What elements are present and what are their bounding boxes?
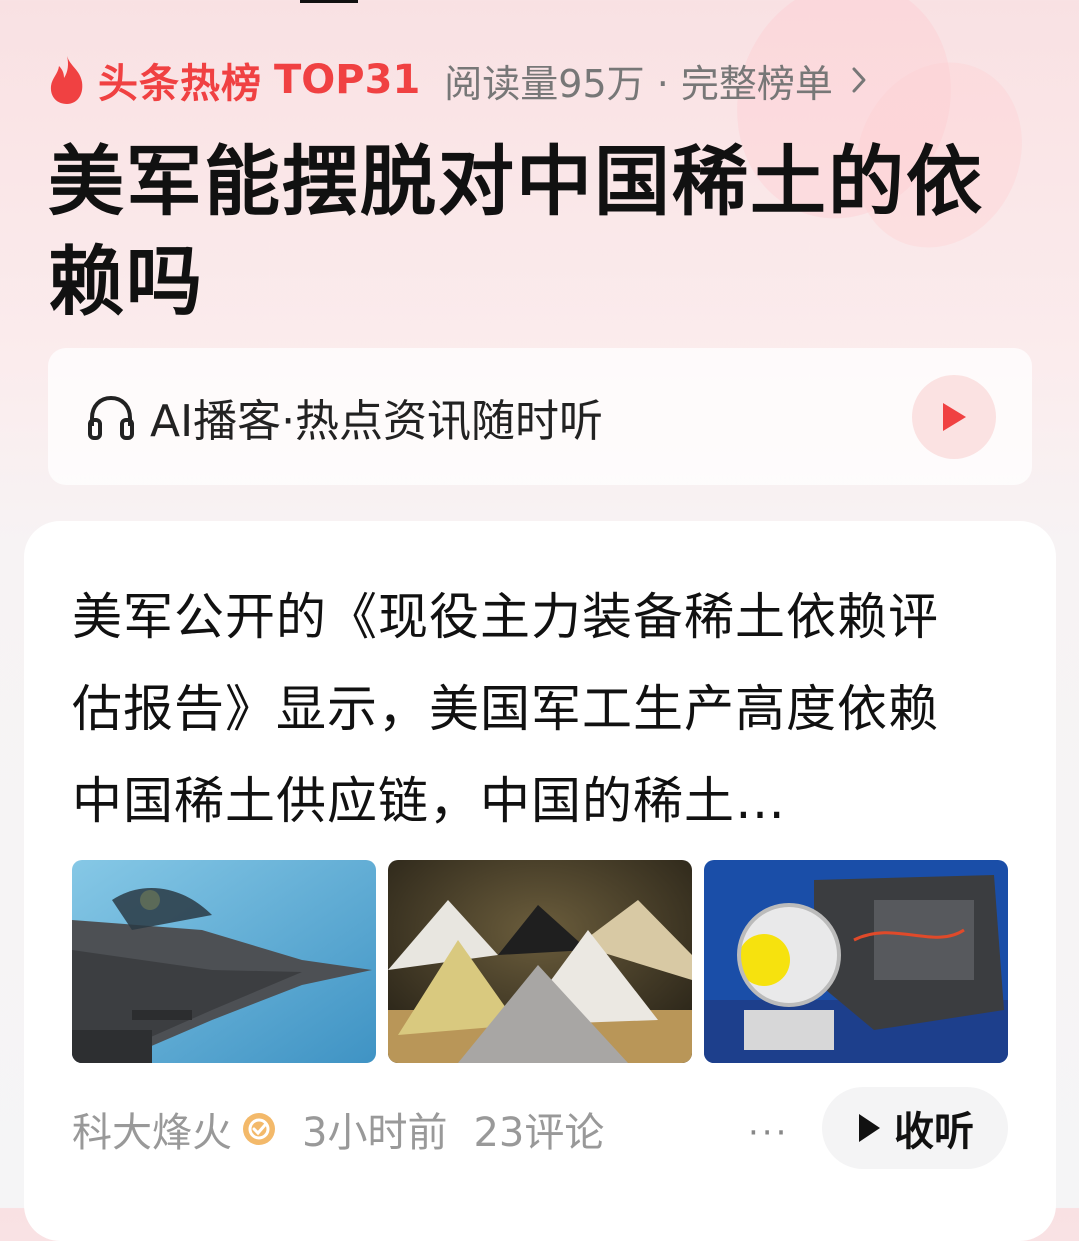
status-bar-indicator: [300, 0, 358, 3]
chevron-right-icon: [852, 67, 866, 93]
post-time: 3小时前: [302, 1110, 448, 1156]
news-meta: 科大烽火 3小时前 23评论: [72, 1099, 604, 1159]
play-icon: [943, 403, 966, 431]
play-icon: [859, 1114, 880, 1142]
thumbnail-jet-engine[interactable]: [704, 860, 1008, 1063]
listen-label: 收听: [894, 1109, 974, 1155]
listen-button[interactable]: 收听: [822, 1087, 1008, 1169]
flame-icon: [50, 56, 83, 104]
thumbnail-rare-earth[interactable]: [388, 860, 692, 1063]
comment-count[interactable]: 23评论: [473, 1100, 604, 1158]
fighter-jet-image: [72, 860, 376, 1063]
ai-podcast-card[interactable]: AI播客·热点资讯随时听: [48, 348, 1032, 485]
ai-play-button[interactable]: [912, 375, 996, 459]
hot-list-label: 头条热榜: [98, 61, 262, 107]
thumbnail-fighter-jet[interactable]: [72, 860, 376, 1063]
rare-earth-powder-image: [388, 860, 692, 1063]
more-options-icon[interactable]: ···: [748, 1113, 789, 1153]
verified-badge-icon: [243, 1113, 275, 1145]
news-summary[interactable]: 美军公开的《现役主力装备稀土依赖评估报告》显示，美国军工生产高度依赖中国稀土供应…: [72, 571, 972, 847]
hot-rank: TOP31: [274, 57, 421, 103]
ai-podcast-label: AI播客·热点资讯随时听: [150, 395, 604, 447]
news-card[interactable]: 美军公开的《现役主力装备稀土依赖评估报告》显示，美国军工生产高度依赖中国稀土供应…: [24, 521, 1056, 1241]
hot-meta-link[interactable]: 阅读量95万 · 完整榜单: [444, 53, 833, 108]
hot-list-banner[interactable]: 头条热榜 TOP31 阅读量95万 · 完整榜单: [46, 52, 869, 108]
page-title[interactable]: 美军能摆脱对中国稀土的依赖吗: [48, 132, 1008, 332]
author-name[interactable]: 科大烽火: [72, 1100, 232, 1158]
jet-engine-image: [704, 860, 1008, 1063]
headphones-icon: [88, 395, 134, 440]
